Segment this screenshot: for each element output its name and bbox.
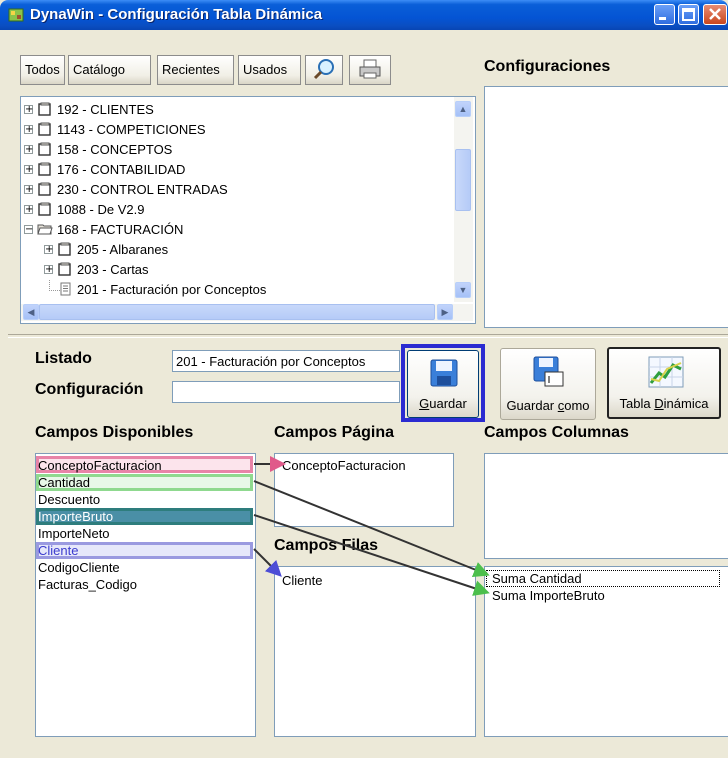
app-window: DynaWin - Configuración Tabla Dinámica T… xyxy=(0,0,728,758)
drag-arrows-overlay xyxy=(253,456,490,596)
arrow-cliente xyxy=(253,548,282,577)
